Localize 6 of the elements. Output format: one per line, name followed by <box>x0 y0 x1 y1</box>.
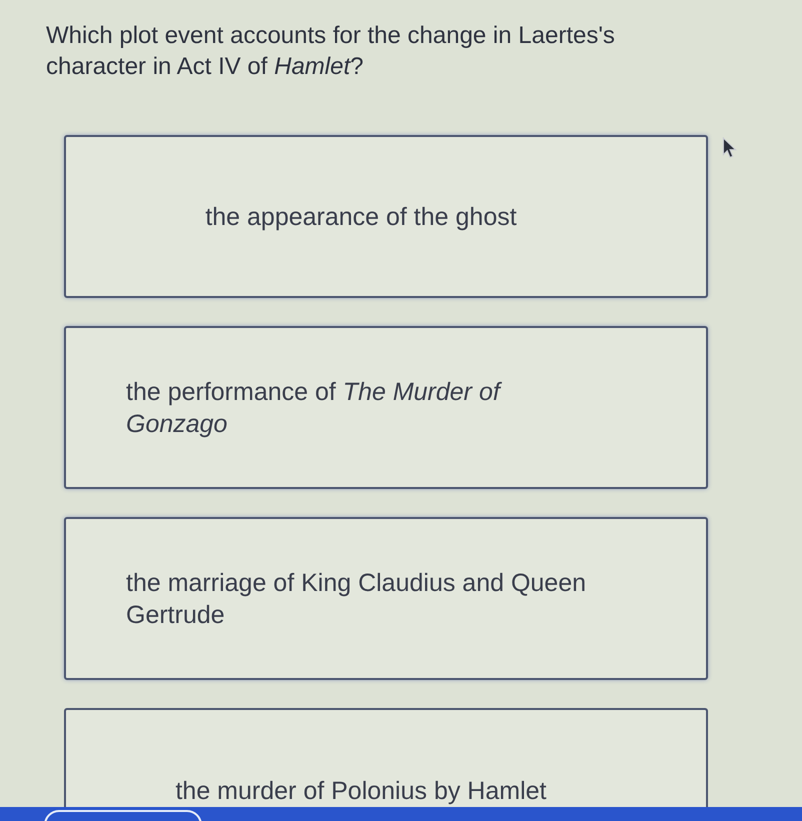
answer-option[interactable]: the appearance of the ghost <box>64 135 708 298</box>
answer-option[interactable]: the marriage of King Claudius and Queen Gertrude <box>64 517 708 680</box>
answer-option[interactable]: the murder of Polonius by Hamlet <box>64 708 708 807</box>
cursor-icon <box>722 137 738 159</box>
question-text: Which plot event accounts for the change in Laertes's character in Act IV of Hamlet? <box>46 21 616 82</box>
answer-option[interactable]: the performance of The Murder of Gonzago <box>64 326 708 489</box>
